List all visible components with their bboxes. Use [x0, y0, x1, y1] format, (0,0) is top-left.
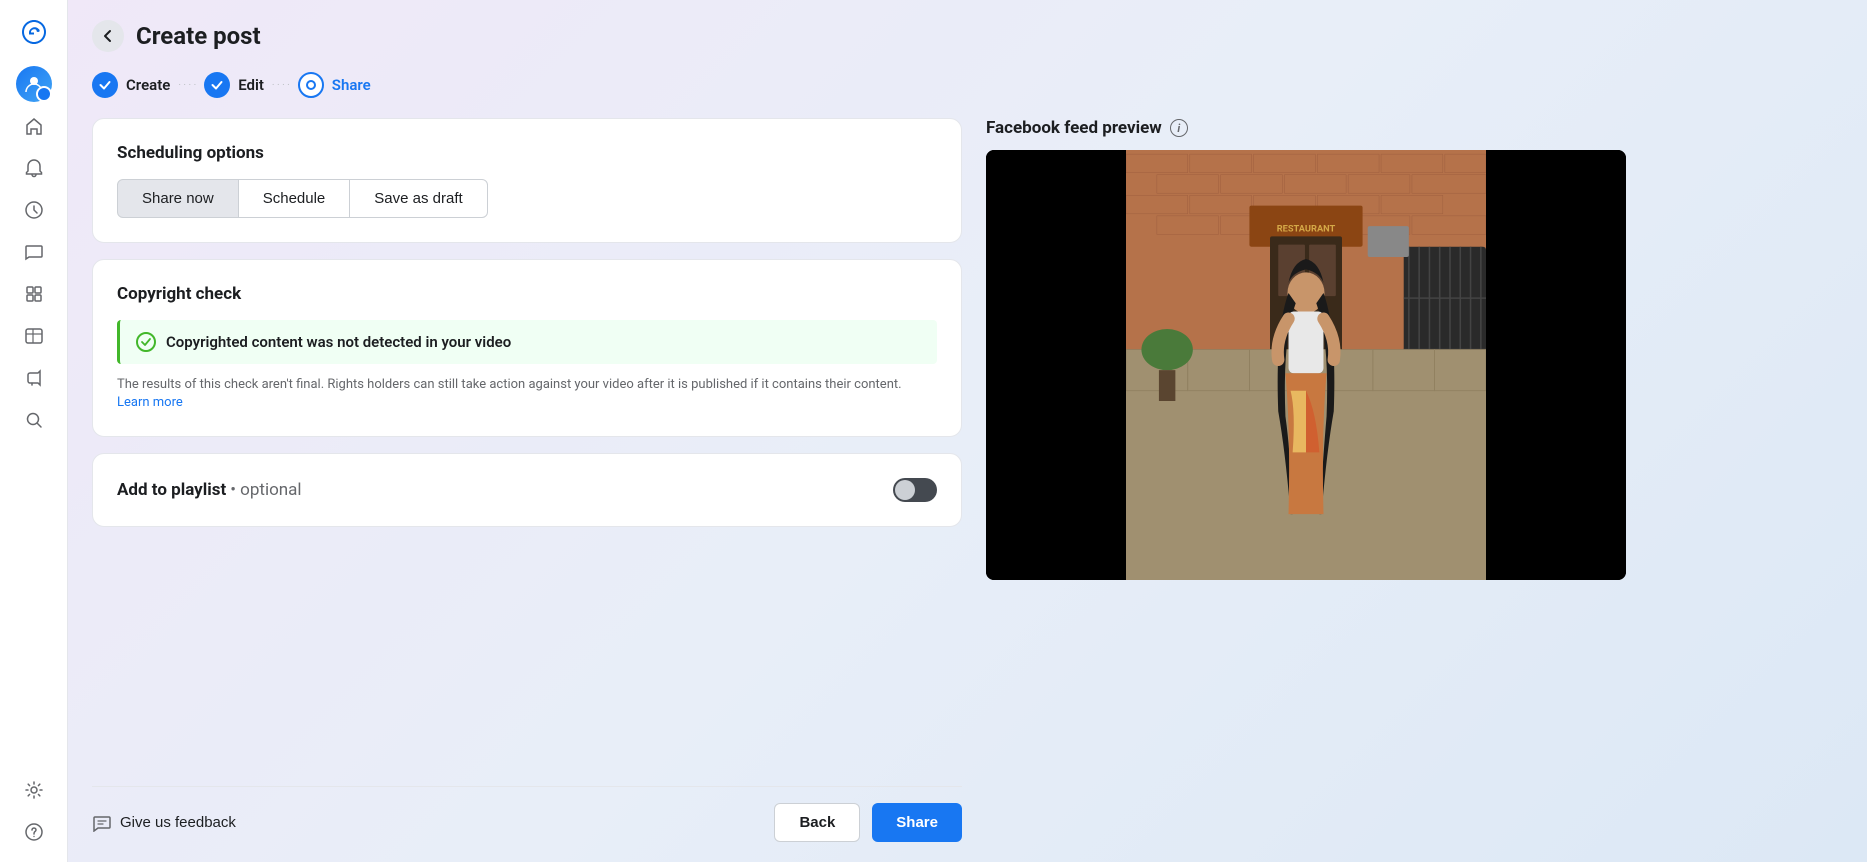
step-create: Create [92, 72, 170, 98]
back-button[interactable]: Back [774, 803, 860, 842]
preview-image-container: RESTAURANT [986, 150, 1626, 580]
right-panel: Facebook feed preview i [986, 118, 1626, 842]
copyright-card: Copyright check Copyrighted content was … [92, 259, 962, 437]
feedback-label: Give us feedback [120, 814, 236, 831]
page-header: Create post [92, 20, 1843, 52]
sidebar-circle-icon[interactable] [16, 192, 52, 228]
sidebar-table-icon[interactable] [16, 318, 52, 354]
scroll-indicator [1614, 150, 1622, 580]
step-divider-1: · · · · [178, 80, 196, 91]
main-content: Create post Create · · · · Edit [68, 0, 1867, 862]
sidebar-home-icon[interactable] [16, 108, 52, 144]
bottom-bar: Give us feedback Back Share [92, 786, 962, 842]
meta-logo[interactable] [14, 12, 54, 52]
share-now-button[interactable]: Share now [117, 179, 239, 218]
schedule-button-group: Share now Schedule Save as draft [117, 179, 937, 218]
playlist-row: Add to playlist • optional [117, 478, 937, 502]
sidebar-grid-icon[interactable] [16, 276, 52, 312]
playlist-toggle[interactable] [893, 478, 937, 502]
content-area: Scheduling options Share now Schedule Sa… [92, 118, 1843, 842]
page-title: Create post [136, 22, 261, 50]
preview-info-icon[interactable]: i [1170, 119, 1188, 137]
scroll-thumb [1616, 150, 1620, 230]
preview-right-black [1486, 150, 1626, 580]
learn-more-link[interactable]: Learn more [117, 395, 183, 410]
copyright-note: The results of this check aren't final. … [117, 376, 937, 412]
copyright-title: Copyright check [117, 284, 937, 304]
step-divider-2: · · · · [272, 80, 290, 91]
action-buttons: Back Share [774, 803, 962, 842]
sidebar [0, 0, 68, 862]
copyright-check-icon [136, 332, 156, 352]
feedback-button[interactable]: Give us feedback [92, 813, 236, 833]
preview-title-text: Facebook feed preview [986, 118, 1162, 138]
left-panel: Scheduling options Share now Schedule Sa… [92, 118, 962, 842]
schedule-button[interactable]: Schedule [239, 179, 350, 218]
svg-text:RESTAURANT: RESTAURANT [1277, 223, 1336, 234]
preview-title-row: Facebook feed preview i [986, 118, 1626, 138]
playlist-card: Add to playlist • optional [92, 453, 962, 527]
step-share-icon [298, 72, 324, 98]
playlist-optional: • optional [230, 480, 301, 500]
sidebar-gear-icon[interactable] [16, 772, 52, 808]
stepper: Create · · · · Edit · · · · Share [92, 72, 1843, 98]
sidebar-bell-icon[interactable] [16, 150, 52, 186]
copyright-success-banner: Copyrighted content was not detected in … [117, 320, 937, 364]
scheduling-title: Scheduling options [117, 143, 937, 163]
step-edit: Edit [204, 72, 264, 98]
save-draft-button[interactable]: Save as draft [349, 179, 487, 218]
share-button[interactable]: Share [872, 803, 962, 842]
step-share-label: Share [332, 76, 371, 94]
scheduling-card: Scheduling options Share now Schedule Sa… [92, 118, 962, 243]
sidebar-search-icon[interactable] [16, 402, 52, 438]
toggle-knob [895, 480, 915, 500]
step-share: Share [298, 72, 371, 98]
preview-video: RESTAURANT [1126, 150, 1486, 580]
step-edit-label: Edit [238, 76, 264, 94]
sidebar-help-icon[interactable] [16, 814, 52, 850]
sidebar-chat-icon[interactable] [16, 234, 52, 270]
step-edit-icon [204, 72, 230, 98]
step-create-icon [92, 72, 118, 98]
sidebar-megaphone-icon[interactable] [16, 360, 52, 396]
preview-left-black [986, 150, 1126, 580]
step-create-label: Create [126, 76, 170, 94]
feedback-icon [92, 813, 112, 833]
copyright-success-text: Copyrighted content was not detected in … [166, 333, 511, 351]
playlist-label: Add to playlist [117, 480, 226, 500]
back-header-button[interactable] [92, 20, 124, 52]
user-avatar[interactable] [16, 66, 52, 102]
playlist-label-group: Add to playlist • optional [117, 480, 302, 500]
